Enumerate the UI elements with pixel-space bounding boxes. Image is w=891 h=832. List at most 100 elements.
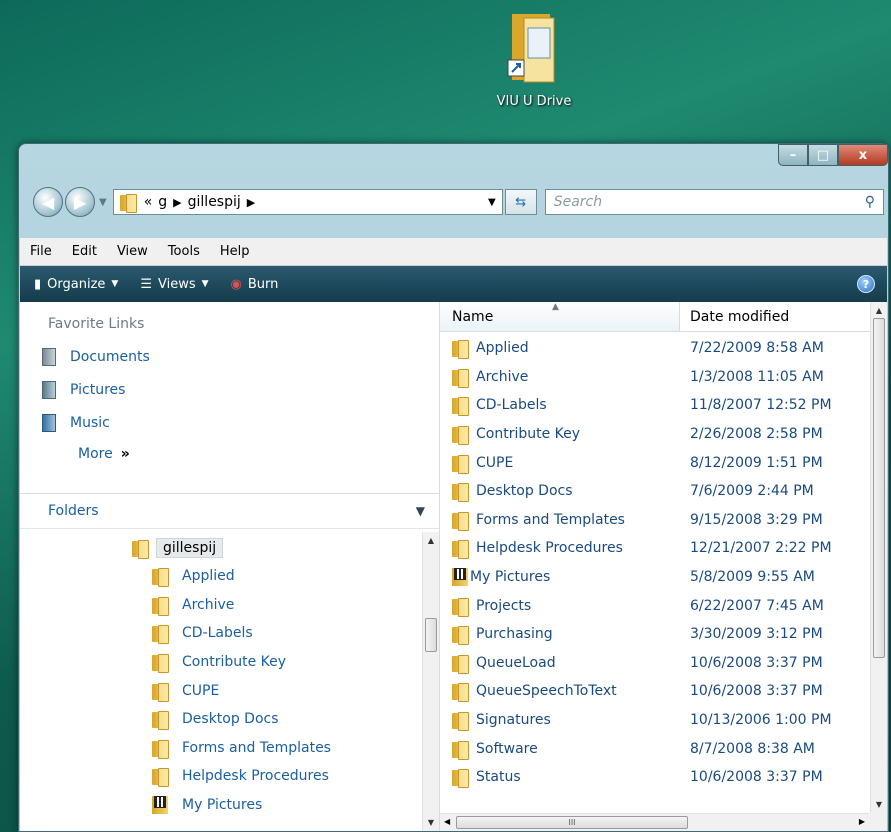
views-button[interactable]: ☰ Views ▼ <box>140 277 208 292</box>
title-bar[interactable]: – □ x <box>19 144 888 180</box>
column-header-date-modified[interactable]: Date modified <box>680 302 887 331</box>
address-row: ◀ ▶ ▼ « g ▶ gillespij ▶ ▼ ⇆ Search ⚲ <box>33 186 884 218</box>
search-icon[interactable]: ⚲ <box>865 194 875 210</box>
tree-item-label: Helpdesk Procedures <box>182 768 329 785</box>
list-item[interactable]: CUPE 8/12/2009 1:51 PM <box>440 448 869 477</box>
search-input[interactable]: Search ⚲ <box>544 189 884 215</box>
recent-pages-dropdown-icon[interactable]: ▼ <box>99 197 107 208</box>
file-name: CD-Labels <box>476 397 547 414</box>
list-item[interactable]: Purchasing 3/30/2009 3:12 PM <box>440 620 869 649</box>
list-item[interactable]: Status 10/6/2008 3:37 PM <box>440 763 869 792</box>
back-button[interactable]: ◀ <box>33 187 63 217</box>
views-icon: ☰ <box>140 276 152 292</box>
menu-file[interactable]: File <box>30 244 52 259</box>
folder-tree-scrollbar[interactable]: ▲ ▼ <box>422 532 439 831</box>
views-label: Views <box>157 276 196 292</box>
tree-item[interactable]: Archive <box>20 591 421 620</box>
scroll-up-icon[interactable]: ▲ <box>423 536 439 545</box>
scrollbar-thumb[interactable] <box>425 618 437 652</box>
file-date: 8/12/2009 1:51 PM <box>690 454 823 471</box>
scroll-up-icon[interactable]: ▲ <box>871 306 887 315</box>
tree-item[interactable]: My Pictures <box>20 791 421 820</box>
scroll-down-icon[interactable]: ▼ <box>423 818 439 827</box>
file-list-vertical-scrollbar[interactable]: ▲ ▼ <box>870 302 887 813</box>
file-date: 3/30/2009 3:12 PM <box>690 626 823 643</box>
tree-item[interactable]: CD-Labels <box>20 619 421 648</box>
list-item[interactable]: My Pictures 5/8/2009 9:55 AM <box>440 563 869 592</box>
list-item[interactable]: Forms and Templates 9/15/2008 3:29 PM <box>440 506 869 535</box>
folder-tree: gillespij Applied Archive CD-Labels Cont… <box>20 532 421 831</box>
help-button[interactable]: ? <box>857 275 875 293</box>
favorite-link-music[interactable]: Music <box>20 406 439 439</box>
refresh-icon: ⇆ <box>515 194 527 210</box>
file-date: 7/22/2009 8:58 AM <box>690 340 824 357</box>
help-icon: ? <box>862 277 870 291</box>
close-button[interactable]: x <box>838 144 888 166</box>
file-date: 12/21/2007 2:22 PM <box>690 540 832 557</box>
desktop-shortcut-viu-u-drive[interactable]: VIU U Drive <box>484 10 584 109</box>
folder-icon <box>452 425 469 446</box>
folder-icon <box>152 682 169 702</box>
list-item[interactable]: Helpdesk Procedures 12/21/2007 2:22 PM <box>440 534 869 563</box>
folder-icon <box>452 539 469 560</box>
list-item[interactable]: Archive 1/3/2008 11:05 AM <box>440 363 869 392</box>
scrollbar-thumb[interactable] <box>873 318 885 658</box>
maximize-button[interactable]: □ <box>808 144 838 166</box>
scroll-right-icon[interactable]: ▶ <box>859 817 865 826</box>
file-name: Projects <box>476 597 532 614</box>
scroll-left-icon[interactable]: ◀ <box>444 817 450 826</box>
tree-item[interactable]: Forms and Templates <box>20 734 421 763</box>
tree-item-label: CD-Labels <box>182 625 253 642</box>
list-item[interactable]: Applied 7/22/2009 8:58 AM <box>440 334 869 363</box>
organize-button[interactable]: ▮ Organize ▼ <box>34 277 118 292</box>
explorer-window: – □ x ◀ ▶ ▼ « g ▶ gillespij ▶ ▼ ⇆ Search… <box>18 143 889 832</box>
tree-item[interactable]: Contribute Key <box>20 648 421 677</box>
menu-tools[interactable]: Tools <box>168 244 200 259</box>
address-overflow-chevron[interactable]: « <box>144 194 153 210</box>
favorite-link-pictures[interactable]: Pictures <box>20 373 439 406</box>
shortcut-folder-icon <box>506 10 562 88</box>
breadcrumb-g[interactable]: g <box>158 194 167 210</box>
breadcrumb-separator-icon[interactable]: ▶ <box>247 196 255 209</box>
list-item[interactable]: CD-Labels 11/8/2007 12:52 PM <box>440 391 869 420</box>
file-list-horizontal-scrollbar[interactable]: ◀ III ▶ <box>440 813 869 831</box>
list-item[interactable]: Software 8/7/2008 8:38 AM <box>440 734 869 763</box>
refresh-button[interactable]: ⇆ <box>504 189 537 215</box>
scrollbar-thumb[interactable]: III <box>456 816 688 829</box>
list-item[interactable]: Desktop Docs 7/6/2009 2:44 PM <box>440 477 869 506</box>
folders-header[interactable]: Folders ▼ <box>20 493 439 529</box>
breadcrumb-separator-icon[interactable]: ▶ <box>173 196 181 209</box>
list-item[interactable]: Projects 6/22/2007 7:45 AM <box>440 591 869 620</box>
file-name: CUPE <box>476 454 514 471</box>
list-item[interactable]: QueueSpeechToText 10/6/2008 3:37 PM <box>440 677 869 706</box>
list-item[interactable]: Contribute Key 2/26/2008 2:58 PM <box>440 420 869 449</box>
menu-help[interactable]: Help <box>220 244 250 259</box>
tree-item[interactable]: Helpdesk Procedures <box>20 762 421 791</box>
file-date: 11/8/2007 12:52 PM <box>690 397 832 414</box>
minimize-button[interactable]: – <box>778 144 808 166</box>
more-link[interactable]: More » <box>20 439 439 469</box>
menu-edit[interactable]: Edit <box>72 244 97 259</box>
address-bar[interactable]: « g ▶ gillespij ▶ ▼ <box>112 189 503 215</box>
tree-item-label: Applied <box>182 568 235 585</box>
tree-item-gillespij[interactable]: gillespij <box>132 534 421 562</box>
menu-view[interactable]: View <box>117 244 148 259</box>
forward-button[interactable]: ▶ <box>65 187 95 217</box>
column-header-name[interactable]: ▲ Name <box>440 302 680 331</box>
breadcrumb-gillespij[interactable]: gillespij <box>188 194 241 210</box>
forward-arrow-icon: ▶ <box>73 192 87 212</box>
list-item[interactable]: QueueLoad 10/6/2008 3:37 PM <box>440 649 869 678</box>
scroll-down-icon[interactable]: ▼ <box>871 800 887 809</box>
tree-item[interactable]: CUPE <box>20 676 421 705</box>
file-date: 8/7/2008 8:38 AM <box>690 740 815 757</box>
tree-item[interactable]: Applied <box>20 562 421 591</box>
address-dropdown-icon[interactable]: ▼ <box>488 197 496 208</box>
list-item[interactable]: Signatures 10/13/2006 1:00 PM <box>440 706 869 735</box>
folder-icon <box>152 567 169 588</box>
tree-item[interactable]: Desktop Docs <box>20 705 421 734</box>
back-arrow-icon: ◀ <box>41 192 55 212</box>
burn-button[interactable]: ◉ Burn <box>231 277 279 292</box>
folder-icon <box>152 653 169 674</box>
file-date: 10/13/2006 1:00 PM <box>690 712 832 729</box>
favorite-link-documents[interactable]: Documents <box>20 340 439 373</box>
